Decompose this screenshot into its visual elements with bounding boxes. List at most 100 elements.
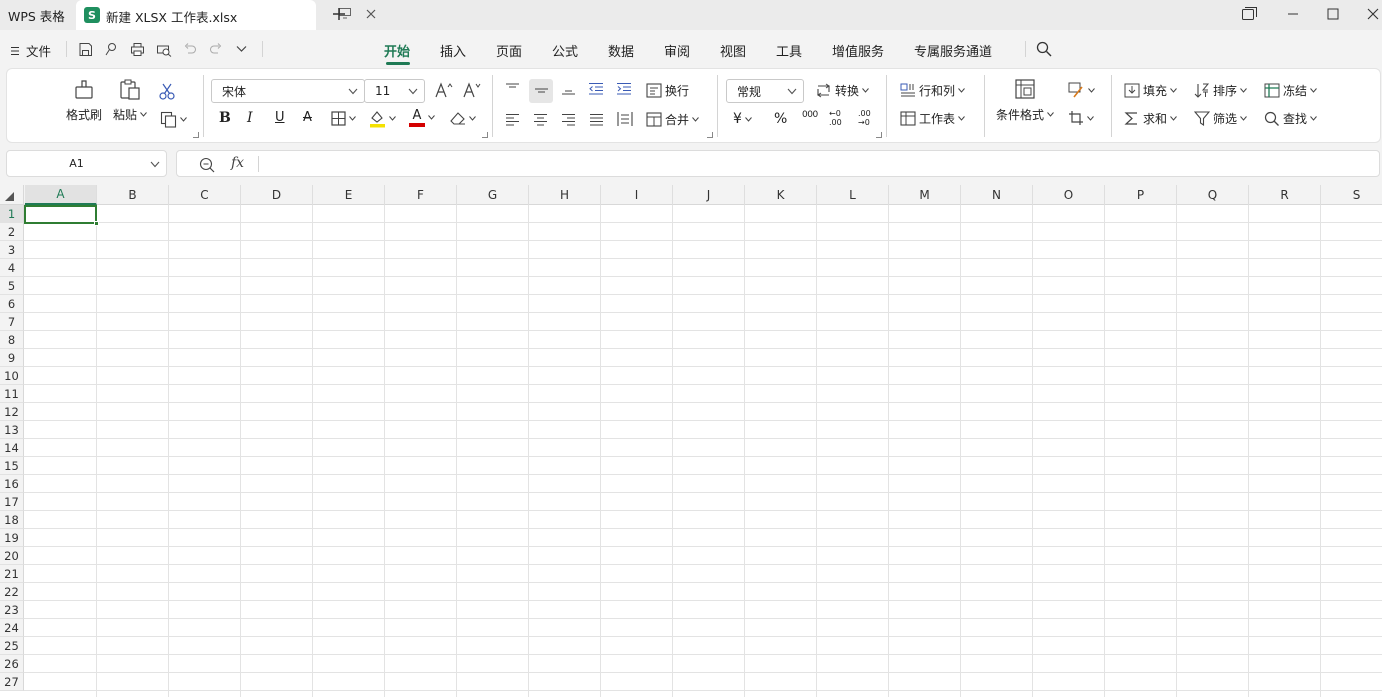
align-right-icon[interactable] — [561, 113, 576, 126]
conditional-formatting-button[interactable]: 条件格式 — [996, 78, 1054, 123]
row-header[interactable]: 17 — [0, 493, 24, 511]
row-header[interactable]: 21 — [0, 565, 24, 583]
column-header[interactable]: C — [169, 185, 241, 205]
tab-formula[interactable]: 公式 — [552, 41, 578, 60]
decrease-font-size-icon[interactable] — [463, 82, 481, 98]
bold-button[interactable]: B — [219, 110, 231, 126]
cell-style-button[interactable] — [1068, 82, 1095, 98]
copy-button[interactable] — [160, 111, 187, 128]
column-header[interactable]: R — [1249, 185, 1321, 205]
underline-button[interactable]: U — [275, 110, 285, 125]
column-header[interactable]: H — [529, 185, 601, 205]
undo-icon[interactable] — [183, 42, 197, 56]
print-icon[interactable] — [130, 42, 145, 57]
app-home-tab[interactable]: WPS 表格 — [0, 0, 76, 30]
row-header[interactable]: 18 — [0, 511, 24, 529]
font-name-select[interactable]: 宋体 — [211, 79, 365, 103]
filter-button[interactable]: 筛选 — [1194, 110, 1247, 127]
sort-button[interactable]: 排序 — [1194, 82, 1247, 99]
decrease-decimal-button[interactable]: .00 →0 — [858, 109, 876, 127]
row-header[interactable]: 16 — [0, 475, 24, 493]
close-window-icon[interactable] — [1367, 7, 1379, 21]
distributed-align-icon[interactable] — [617, 111, 633, 127]
italic-button[interactable]: I — [247, 110, 253, 126]
font-size-select[interactable]: 11 — [364, 79, 425, 103]
row-header[interactable]: 15 — [0, 457, 24, 475]
row-header[interactable]: 1 — [0, 205, 24, 223]
column-header[interactable]: N — [961, 185, 1033, 205]
name-box[interactable]: A1 — [6, 150, 167, 177]
align-center-icon[interactable] — [533, 113, 548, 126]
tab-exclusive-service[interactable]: 专属服务通道 — [914, 41, 992, 60]
column-header[interactable]: G — [457, 185, 529, 205]
tab-tools[interactable]: 工具 — [776, 41, 802, 60]
thousands-separator-button[interactable]: 000 — [802, 110, 818, 120]
active-cell[interactable] — [24, 205, 97, 224]
column-header[interactable]: O — [1033, 185, 1105, 205]
wrap-text-button[interactable]: 换行 — [646, 82, 689, 99]
convert-button[interactable]: 转换 — [815, 82, 869, 99]
align-top-icon[interactable] — [505, 82, 520, 96]
column-header[interactable]: D — [241, 185, 313, 205]
merge-button[interactable]: 合并 — [646, 111, 699, 128]
row-header[interactable]: 7 — [0, 313, 24, 331]
row-header[interactable]: 3 — [0, 241, 24, 259]
redo-icon[interactable] — [209, 42, 223, 56]
borders-button[interactable] — [331, 111, 356, 126]
column-header[interactable]: P — [1105, 185, 1177, 205]
freeze-panes-button[interactable]: 冻结 — [1264, 82, 1317, 99]
file-menu[interactable]: 文件 — [10, 41, 51, 60]
clear-format-button[interactable] — [449, 111, 476, 126]
row-header[interactable]: 8 — [0, 331, 24, 349]
worksheet-button[interactable]: 工作表 — [900, 110, 965, 127]
column-header[interactable]: B — [97, 185, 169, 205]
row-header[interactable]: 5 — [0, 277, 24, 295]
print-preview-icon[interactable] — [156, 42, 172, 57]
font-settings-launcher[interactable] — [482, 132, 488, 138]
strikethrough-button[interactable]: A — [303, 110, 312, 125]
increase-decimal-button[interactable]: ←0 .00 — [829, 109, 847, 127]
save-icon[interactable] — [78, 42, 93, 57]
number-format-select[interactable]: 常规 — [726, 79, 804, 103]
rows-and-columns-button[interactable]: 行和列 — [900, 82, 965, 99]
column-header[interactable]: S — [1321, 185, 1382, 205]
row-header[interactable]: 11 — [0, 385, 24, 403]
row-header[interactable]: 22 — [0, 583, 24, 601]
row-header[interactable]: 25 — [0, 637, 24, 655]
column-header[interactable]: A — [25, 185, 97, 205]
border-style-button[interactable] — [1068, 110, 1094, 126]
increase-indent-icon[interactable] — [616, 82, 632, 96]
minimize-icon[interactable] — [1287, 7, 1299, 21]
row-header[interactable]: 2 — [0, 223, 24, 241]
row-header[interactable]: 6 — [0, 295, 24, 313]
column-header[interactable]: Q — [1177, 185, 1249, 205]
align-middle-icon[interactable] — [529, 79, 553, 103]
format-painter-button[interactable]: 格式刷 — [66, 78, 102, 123]
alignment-settings-launcher[interactable] — [707, 132, 713, 138]
tab-home[interactable]: 开始 — [384, 41, 410, 60]
zoom-formula-icon[interactable] — [199, 157, 215, 173]
export-pdf-icon[interactable] — [104, 42, 119, 57]
tab-insert[interactable]: 插入 — [440, 41, 466, 60]
insert-function-button[interactable]: fx — [231, 155, 244, 171]
column-header[interactable]: L — [817, 185, 889, 205]
column-header[interactable]: I — [601, 185, 673, 205]
tab-data[interactable]: 数据 — [608, 41, 634, 60]
new-tab-icon[interactable] — [331, 6, 347, 22]
column-header[interactable]: M — [889, 185, 961, 205]
font-color-button[interactable]: A — [409, 109, 435, 127]
currency-button[interactable]: ¥ — [733, 111, 752, 127]
tab-page[interactable]: 页面 — [496, 41, 522, 60]
row-header[interactable]: 26 — [0, 655, 24, 673]
find-button[interactable]: 查找 — [1264, 110, 1317, 127]
search-icon[interactable] — [1036, 41, 1052, 57]
fill-button[interactable]: 填充 — [1124, 82, 1177, 99]
row-header[interactable]: 23 — [0, 601, 24, 619]
justify-icon[interactable] — [589, 113, 604, 126]
row-header[interactable]: 13 — [0, 421, 24, 439]
align-bottom-icon[interactable] — [561, 82, 576, 96]
column-header[interactable]: J — [673, 185, 745, 205]
sum-button[interactable]: 求和 — [1124, 110, 1177, 127]
decrease-indent-icon[interactable] — [588, 82, 604, 96]
row-header[interactable]: 27 — [0, 673, 24, 691]
